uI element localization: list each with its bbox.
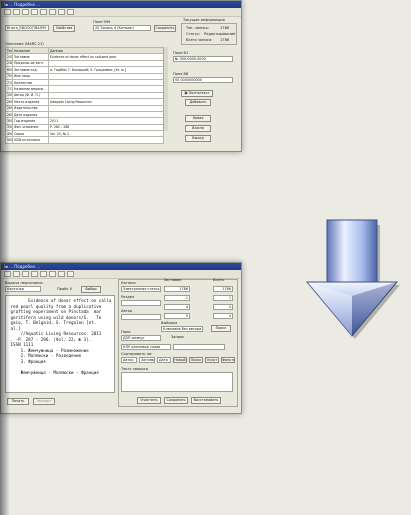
toolbar2-button-cut[interactable]: [40, 271, 47, 277]
sort-label: Сортировать по:: [121, 352, 153, 356]
key-value-3[interactable]: [173, 344, 225, 350]
toolbar2-button-copy[interactable]: [49, 271, 56, 277]
count-4: 0: [213, 313, 233, 319]
choose-button[interactable]: Выбор: [81, 286, 101, 293]
fulltext-button-label: Полнотекст: [188, 91, 210, 95]
author-select[interactable]: [121, 314, 161, 320]
restore-button[interactable]: Восстановить: [191, 397, 221, 404]
top-window: I▪ ... Подробно ... Поле 999 Книга_БВ/20…: [0, 0, 242, 152]
field-b8-value[interactable]: 00 0000000000: [173, 77, 233, 83]
toolbar2-button-save[interactable]: [22, 271, 29, 277]
grid-caption: Описание (MARC 21): [5, 42, 44, 46]
info-label-total: Всего записи:: [186, 38, 213, 42]
selection-select[interactable]: Ключевое без автора: [161, 326, 203, 332]
record-value[interactable]: 20 Запись 4 (Каталог): [93, 25, 151, 31]
table-row[interactable]: 500ISSN источника: [5, 136, 164, 144]
count-header: Всего: [213, 278, 224, 282]
new-query-button[interactable]: Новый: [173, 357, 187, 363]
index-value-4[interactable]: 0: [164, 313, 190, 319]
toolbar2-button-paste[interactable]: [58, 271, 65, 277]
top-toolbar: [1, 8, 241, 17]
sort-radio-1[interactable]: Автор: [121, 357, 137, 363]
toolbar-button-open[interactable]: [13, 9, 20, 15]
toolbar-button-find[interactable]: [67, 9, 74, 15]
info-header: Текущая информация: [183, 18, 225, 22]
catalog-select[interactable]: Электронная статья: [121, 286, 161, 292]
notes-label: Текст запроса: [121, 367, 148, 371]
section-label: Раздел: [121, 295, 135, 299]
add-button[interactable]: Добавить: [185, 99, 211, 106]
toolbar-button-paste[interactable]: [58, 9, 65, 15]
new-button[interactable]: Новая: [185, 115, 211, 122]
bottom-window: I▪ ... Подробно ... Выдача персонализ. К…: [0, 262, 242, 414]
catalog-label: Каталог: [121, 281, 137, 285]
info-label-status: Статус:: [186, 32, 201, 36]
author-label: Автор: [121, 309, 133, 313]
output-header: Выдача персонализ.: [5, 281, 44, 285]
important-button[interactable]: Важно: [185, 125, 211, 132]
properties-button[interactable]: Свойства: [53, 25, 75, 32]
sort-radio-2[interactable]: Заглавие: [139, 357, 155, 363]
bottom-toolbar: [1, 270, 241, 279]
toolbar-button-cut[interactable]: [40, 9, 47, 15]
toolbar2-button-print[interactable]: [31, 271, 38, 277]
query-text-area[interactable]: [121, 372, 233, 392]
key-value-2[interactable]: КЛУ ключевые слова: [121, 344, 171, 350]
selection-label: Выборка: [161, 321, 178, 325]
field-label: Поле: [121, 330, 131, 334]
grid-cell-name: ISSN источника: [12, 136, 49, 144]
grid-cell-data[interactable]: [48, 136, 164, 144]
toolbar-button-save[interactable]: [22, 9, 29, 15]
find-button[interactable]: Поиск: [189, 357, 203, 363]
toolbar-button-copy[interactable]: [49, 9, 56, 15]
filter-button[interactable]: Фильтр: [221, 357, 235, 363]
save-query-button[interactable]: Сохранить: [164, 397, 188, 404]
clear-button[interactable]: Очист: [205, 357, 219, 363]
search-button[interactable]: Поиск: [211, 325, 231, 332]
top-window-title: I▪ ... Подробно ...: [1, 1, 241, 8]
info-value-total: 1786: [220, 38, 230, 42]
index-value-1[interactable]: 1786: [164, 286, 190, 292]
query-label: Запрос: [171, 335, 185, 339]
toolbar2-button-open[interactable]: [13, 271, 20, 277]
index-value-3[interactable]: 4: [164, 304, 190, 310]
marc-grid: Тег Название Данные 245ЗаглавиеEvidence …: [5, 46, 164, 144]
record-field-label: Поле 999: [93, 20, 111, 24]
info-label-current: Тек. запись:: [186, 26, 209, 30]
format-select[interactable]: Карточка: [5, 286, 41, 292]
query-value[interactable]: ДЗП жемчуг: [121, 335, 161, 341]
save-record-button[interactable]: Сохранить: [154, 25, 176, 32]
left-edge-shadow: [0, 0, 10, 515]
index-value-2[interactable]: 1: [164, 295, 190, 301]
info-value-status: Редактирование: [204, 32, 236, 36]
grid-body: 245ЗаглавиеEvidence of donor effect on c…: [5, 53, 164, 144]
toolbar2-button-find[interactable]: [67, 271, 74, 277]
field-b1-label: Поле В1: [173, 51, 189, 55]
export-button[interactable]: Экспорт: [33, 398, 55, 405]
bottom-window-title: I▪ ... Подробно ...: [1, 263, 241, 270]
sort-radio-3[interactable]: Дата: [157, 357, 171, 363]
toolbar-button-print[interactable]: [31, 9, 38, 15]
print-button[interactable]: Печать: [7, 398, 29, 405]
count-3: 4: [213, 304, 233, 310]
exit-button[interactable]: Выход: [185, 135, 211, 142]
bibliographic-preview[interactable]: Evidence of donor effect on calla red pe…: [5, 295, 115, 393]
record-id-left[interactable]: Книга_БВ/2007/ВАЛ99: [5, 25, 49, 31]
clean-button[interactable]: Очистить: [137, 397, 161, 404]
fulltext-button[interactable]: ▣ Полнотекст: [181, 90, 213, 97]
down-arrow-icon: [305, 216, 405, 341]
next-label: Прайс V: [57, 287, 73, 291]
info-value-current: 1786: [220, 26, 230, 30]
count-1: 1786: [213, 286, 233, 292]
section-select[interactable]: [121, 300, 161, 306]
title-label: Заглавие: [164, 278, 182, 282]
field-b1-value[interactable]: № 000-0000-0000: [173, 56, 233, 62]
grid-scrollbar[interactable]: [163, 47, 168, 131]
count-2: 1: [213, 295, 233, 301]
info-panel: Тек. запись: 1786 Статус: Редактирование…: [181, 23, 237, 45]
field-b8-label: Поле В8: [173, 72, 189, 76]
